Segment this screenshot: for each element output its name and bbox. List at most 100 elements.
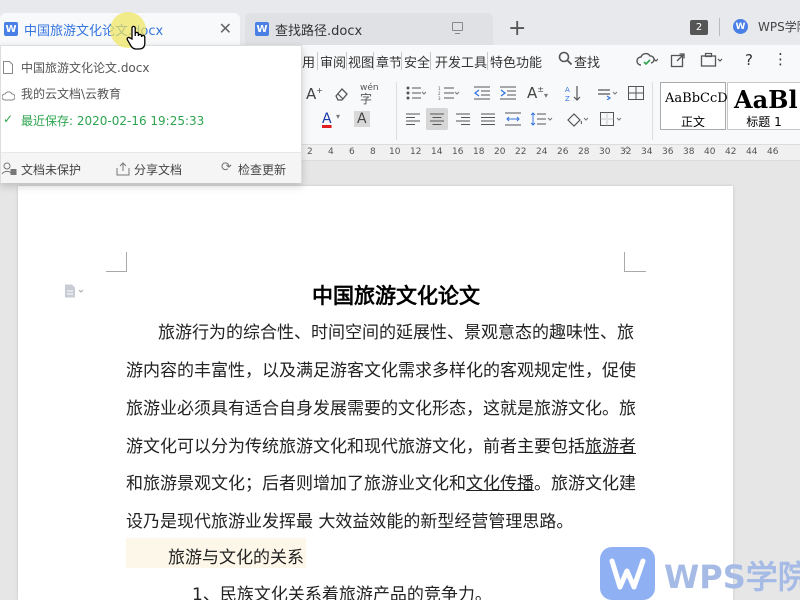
menu-item-view[interactable]: 视图 bbox=[348, 52, 374, 71]
borders-icon[interactable] bbox=[600, 112, 624, 129]
ruler-tick: 12 bbox=[410, 147, 422, 157]
style-normal[interactable]: AaBbCcDd 正文 bbox=[660, 82, 736, 130]
share-icon bbox=[116, 161, 130, 180]
document-title: 中国旅游文化论文 bbox=[312, 284, 480, 308]
ruler-tick: 46 bbox=[767, 147, 779, 157]
clear-format-icon[interactable] bbox=[333, 86, 349, 105]
margin-corner-mark bbox=[106, 252, 127, 272]
numbered-list-icon[interactable]: 123 bbox=[438, 86, 460, 103]
paragraph-line: 旅游业必须具有适合自身发展需要的文化形态，这就是旅游文化。旅 bbox=[126, 399, 636, 419]
justify-icon[interactable] bbox=[481, 113, 495, 128]
change-case-icon[interactable]: A±▾ bbox=[527, 86, 548, 101]
menu-separator bbox=[430, 52, 431, 70]
ruler-tick: 36 bbox=[662, 147, 674, 157]
decrease-indent-icon[interactable] bbox=[473, 86, 490, 103]
paragraph-line: 游内容的丰富性，以及满足游客文化需求多样化的客观规定性，促使 bbox=[126, 361, 636, 381]
new-tab-button[interactable]: + bbox=[508, 16, 526, 41]
align-center-icon[interactable] bbox=[426, 108, 448, 130]
pinyin-guide-icon[interactable]: wén 字 bbox=[360, 84, 379, 106]
ruler-tick: 20 bbox=[494, 147, 506, 157]
tab-document[interactable]: W 查找路径.docx bbox=[245, 13, 493, 45]
popup-location[interactable]: 我的云文档\云教育 bbox=[21, 85, 121, 102]
ruler-tick: 2 bbox=[307, 147, 313, 157]
style-label: 正文 bbox=[680, 115, 705, 129]
ruler-tick: 40 bbox=[704, 147, 716, 157]
more-icon[interactable]: ⋮ bbox=[773, 50, 788, 68]
table-grid-icon[interactable] bbox=[628, 86, 644, 103]
style-sample: AaBbCcDd bbox=[665, 91, 736, 106]
ruler-tick: 22 bbox=[515, 147, 527, 157]
style-sample: AaBl bbox=[734, 85, 798, 114]
menu-item-reference[interactable]: 用 bbox=[302, 52, 315, 71]
svg-text:Z: Z bbox=[565, 95, 570, 102]
watermark-text: WPS学院 bbox=[664, 558, 800, 596]
ruler-tick: 16 bbox=[452, 147, 464, 157]
paragraph-line: 旅游行为的综合性、时间空间的延展性、景观意态的趣味性、旅 bbox=[158, 323, 634, 343]
menu-item-chapter[interactable]: 章节 bbox=[376, 52, 402, 71]
share-icon[interactable] bbox=[670, 52, 686, 72]
paragraph-line: 和旅游景观文化；后者则增加了旅游业文化和文化传播。旅游文化建 bbox=[126, 469, 636, 494]
wps-writer-icon: W bbox=[4, 22, 18, 36]
style-heading-1[interactable]: AaBl 标题 1 bbox=[727, 82, 800, 130]
align-right-icon[interactable] bbox=[456, 113, 470, 128]
sort-icon[interactable]: AZ bbox=[565, 85, 581, 105]
paragraph-layout-icon[interactable] bbox=[64, 283, 84, 298]
ruler-tick: 34 bbox=[641, 147, 653, 157]
ruler-tick: 28 bbox=[578, 147, 590, 157]
wps-academy-tab[interactable]: WPS学院 bbox=[758, 18, 800, 35]
popup-last-saved: 最近保存: 2020-02-16 19:25:33 bbox=[21, 114, 205, 128]
wps-writer-icon: W bbox=[255, 22, 269, 36]
ruler-tick: 8 bbox=[370, 147, 376, 157]
increase-indent-icon[interactable] bbox=[500, 86, 516, 103]
margin-corner-mark bbox=[624, 252, 646, 272]
menu-item-review[interactable]: 审阅 bbox=[320, 52, 346, 71]
menu-separator bbox=[487, 52, 488, 70]
wps-academy-logo-icon bbox=[600, 547, 655, 600]
cloud-sync-icon[interactable] bbox=[636, 52, 659, 72]
font-color-icon[interactable]: A bbox=[322, 112, 332, 126]
char-shading-icon[interactable]: A bbox=[354, 111, 370, 127]
font-grow-icon[interactable]: A+ bbox=[306, 87, 323, 102]
check-update-button[interactable]: 检查更新 bbox=[238, 161, 286, 178]
ruler-tick: 18 bbox=[473, 147, 485, 157]
text-run: 游文化可以分为传统旅游文化和现代旅游文化，前者主要包括 bbox=[126, 437, 585, 457]
svg-text:A: A bbox=[565, 86, 570, 94]
menu-item-security[interactable]: 安全 bbox=[404, 52, 430, 71]
help-icon[interactable]: ? bbox=[745, 51, 753, 69]
paragraph-line: 游文化可以分为传统旅游文化和现代旅游文化，前者主要包括旅游者 bbox=[126, 432, 636, 457]
window-counter-badge[interactable]: 2 bbox=[690, 20, 708, 35]
ruler-tick: 6 bbox=[349, 147, 355, 157]
menu-separator bbox=[346, 52, 347, 70]
show-hide-marks-icon[interactable] bbox=[596, 86, 618, 103]
text-run: 。旅游文化建 bbox=[534, 474, 636, 494]
unprotected-button[interactable]: 文档未保护 bbox=[21, 161, 81, 178]
search-button[interactable]: 查找 bbox=[574, 52, 600, 71]
menu-item-developer[interactable]: 开发工具 bbox=[435, 52, 487, 71]
menu-separator bbox=[401, 52, 402, 70]
cloud-icon bbox=[1, 86, 16, 105]
hand-pointer-icon bbox=[126, 25, 148, 55]
align-left-icon[interactable] bbox=[406, 113, 420, 128]
close-tab-icon[interactable]: ✕ bbox=[219, 19, 232, 38]
menu-item-special[interactable]: 特色功能 bbox=[490, 52, 542, 71]
subheading: 旅游与文化的关系 bbox=[168, 548, 304, 568]
style-label: 标题 1 bbox=[746, 115, 782, 129]
shading-fill-icon[interactable] bbox=[566, 111, 590, 130]
bullet-list-icon[interactable] bbox=[406, 86, 427, 103]
group-divider bbox=[396, 82, 397, 140]
line-spacing-icon[interactable] bbox=[530, 112, 553, 129]
wps-logo-icon: W bbox=[733, 19, 748, 34]
toolbox-icon[interactable] bbox=[700, 52, 724, 72]
share-document-button[interactable]: 分享文档 bbox=[134, 161, 182, 178]
right-indent-marker[interactable]: ◇ bbox=[624, 145, 631, 155]
svg-text:3: 3 bbox=[438, 96, 441, 100]
popup-filename[interactable]: 中国旅游文化论文.docx bbox=[21, 59, 149, 76]
chevron-down-icon[interactable]: ▾ bbox=[336, 113, 340, 121]
group-divider bbox=[652, 82, 653, 140]
distributed-align-icon[interactable] bbox=[505, 112, 521, 129]
search-icon[interactable] bbox=[558, 51, 573, 70]
ruler-tick: 24 bbox=[536, 147, 548, 157]
monitor-icon[interactable] bbox=[452, 22, 463, 34]
list-item: 1、民族文化关系着旅游产品的竞争力。 bbox=[192, 585, 492, 600]
ruler-tick: 14 bbox=[431, 147, 443, 157]
